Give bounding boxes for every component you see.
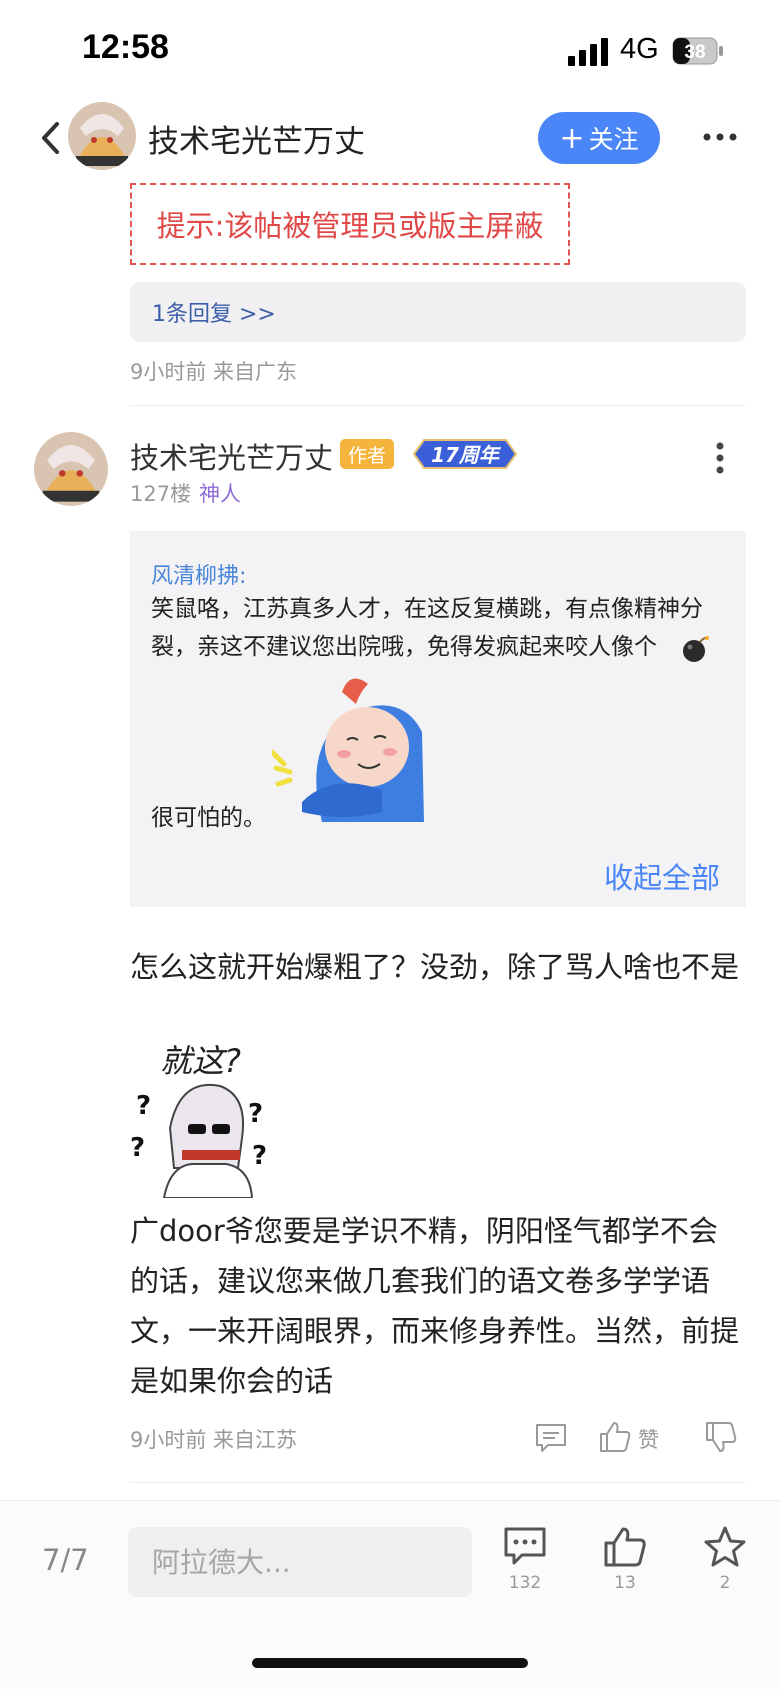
reply-meta: 9小时前 来自广东 bbox=[130, 360, 298, 384]
hug-sticker-image bbox=[272, 678, 424, 822]
thumbs-up-icon bbox=[604, 1527, 646, 1567]
favorite-button[interactable]: 2 bbox=[690, 1525, 760, 1613]
home-indicator bbox=[252, 1658, 528, 1668]
chevron-left-icon bbox=[42, 122, 59, 154]
comments-count: 132 bbox=[508, 1573, 542, 1593]
vertical-dots-icon bbox=[716, 442, 724, 474]
svg-text:?: ? bbox=[248, 1099, 263, 1129]
user-level: 神人 bbox=[199, 482, 241, 506]
comment-input[interactable] bbox=[128, 1527, 472, 1597]
blocked-notice: 提示:该帖被管理员或版主屏蔽 bbox=[130, 183, 570, 265]
comment-icon[interactable] bbox=[534, 1422, 568, 1454]
thumbs-down-icon[interactable] bbox=[704, 1420, 738, 1454]
quote-text: 笑鼠咯，江苏真多人才，在这反复横跳，有点像精神分裂，亲这不建议您出院哦，免得发疯… bbox=[151, 596, 703, 660]
page-indicator[interactable]: 7/7 bbox=[42, 1543, 89, 1577]
star-icon bbox=[704, 1526, 746, 1567]
author-tag: 作者 bbox=[340, 439, 395, 469]
post-author-name[interactable]: 技术宅光芒万丈 bbox=[130, 435, 333, 477]
battery-icon: 38 bbox=[672, 37, 724, 65]
svg-text:?: ? bbox=[136, 1091, 151, 1121]
post-body-text: 怎么这就开始爆粗了？没劲，除了骂人啥也不是 bbox=[130, 950, 740, 984]
divider bbox=[130, 405, 746, 406]
likes-count: 13 bbox=[614, 1573, 636, 1593]
post-meta: 9小时前 来自江苏 bbox=[130, 1428, 298, 1452]
likes-button[interactable]: 13 bbox=[590, 1525, 660, 1613]
header-title[interactable]: 技术宅光芒万丈 bbox=[148, 116, 365, 161]
replies-link[interactable]: 1条回复 >> bbox=[130, 282, 746, 342]
header-avatar[interactable] bbox=[68, 102, 136, 170]
more-dots-icon bbox=[703, 133, 737, 141]
battery-level: 38 bbox=[684, 42, 705, 63]
svg-text:?: ? bbox=[252, 1141, 267, 1171]
thumbs-up-icon[interactable] bbox=[598, 1420, 632, 1454]
svg-text:?: ? bbox=[130, 1133, 145, 1163]
quote-username[interactable]: 风清柳拂: bbox=[151, 558, 246, 590]
back-button[interactable] bbox=[30, 118, 70, 158]
comments-button[interactable]: 132 bbox=[490, 1525, 560, 1613]
favorites-count: 2 bbox=[719, 1573, 731, 1593]
more-options-button[interactable] bbox=[700, 112, 740, 162]
follow-button[interactable]: + 关注 bbox=[538, 112, 660, 164]
like-label[interactable]: 赞 bbox=[638, 1424, 659, 1454]
bomb-emoji-icon bbox=[683, 636, 709, 662]
signal-icon bbox=[568, 38, 608, 66]
comment-bubble-icon bbox=[504, 1527, 546, 1565]
network-type: 4G bbox=[620, 33, 659, 65]
quote-tail-text: 很可怕的。 bbox=[151, 805, 266, 831]
sunglasses-sticker-image: 就这? ? ? ? ? bbox=[130, 1042, 267, 1198]
divider bbox=[130, 1482, 746, 1483]
post-more-button[interactable] bbox=[706, 438, 734, 478]
status-time: 12:58 bbox=[82, 28, 169, 66]
post-body-text-2: 广door爷您要是学识不精，阴阳怪气都学不会的话，建议您来做几套我们的语文卷多学… bbox=[130, 1214, 740, 1398]
author-avatar[interactable] bbox=[34, 432, 108, 506]
anniversary-badge: 17周年 bbox=[412, 439, 518, 469]
follow-label: 关注 bbox=[588, 125, 639, 154]
floor-number: 127楼 bbox=[130, 482, 192, 506]
anniversary-badge-text: 17周年 bbox=[431, 443, 502, 467]
collapse-button[interactable]: 收起全部 bbox=[604, 855, 720, 897]
replies-link-text: 1条回复 >> bbox=[152, 302, 276, 327]
sticker-caption: 就这? bbox=[160, 1042, 241, 1080]
plus-icon: + bbox=[559, 120, 585, 156]
